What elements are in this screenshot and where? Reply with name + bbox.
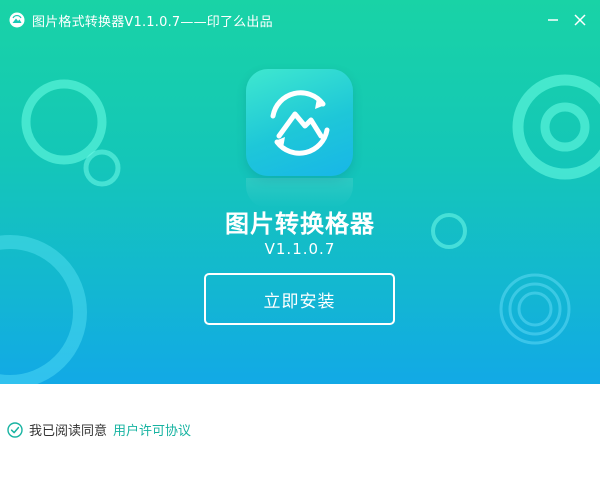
check-circle-icon[interactable] [7,421,23,438]
app-version: V1.1.0.7 [264,240,336,258]
app-logo-icon [9,12,25,28]
hero-banner: 图片格式转换器V1.1.0.7——印了么出品 图片转换格器 V1.1.0.7 立… [0,0,600,384]
minimize-icon [548,19,558,21]
installer-window: 图片格式转换器V1.1.0.7——印了么出品 图片转换格器 V1.1.0.7 立… [0,0,600,481]
install-button[interactable]: 立即安装 [204,273,395,325]
app-name: 图片转换格器 [225,210,375,238]
license-agreement-link[interactable]: 用户许可协议 [113,420,191,439]
title-bar: 图片格式转换器V1.1.0.7——印了么出品 [0,0,600,40]
agreement-row: 我已阅读同意 用户许可协议 [7,420,191,439]
close-button[interactable] [568,8,592,32]
agreement-text: 我已阅读同意 [29,424,108,439]
footer: 我已阅读同意 用户许可协议 [0,384,600,481]
close-icon [574,14,586,26]
minimize-button[interactable] [541,8,565,32]
window-title: 图片格式转换器V1.1.0.7——印了么出品 [32,14,273,30]
image-convert-icon [270,89,329,156]
app-icon [246,69,353,176]
